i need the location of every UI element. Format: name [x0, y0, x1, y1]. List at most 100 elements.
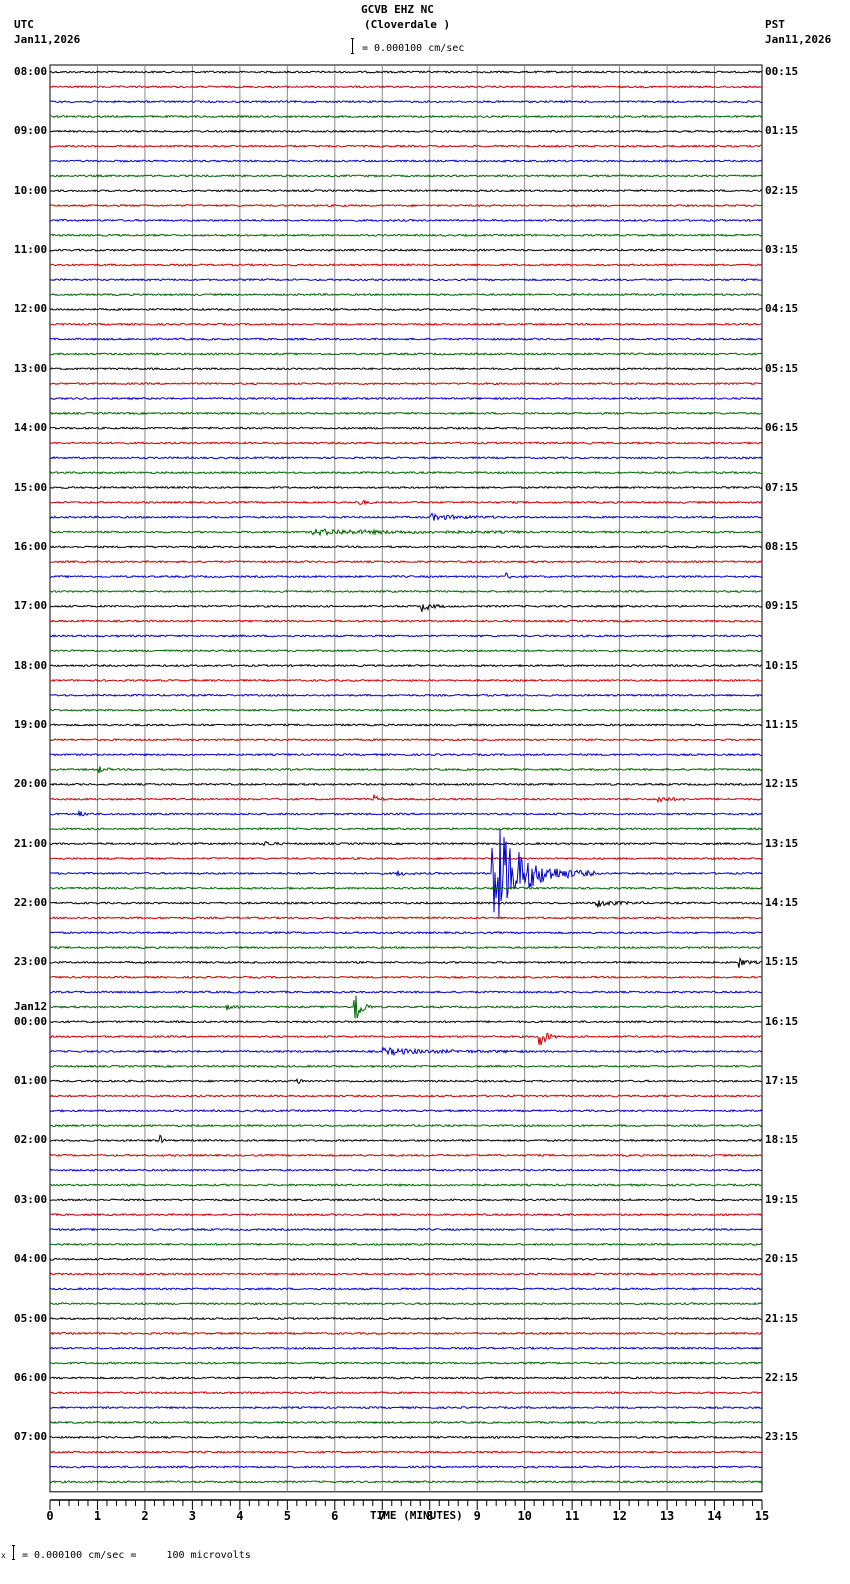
utc-hour-label: 23:00 [14, 955, 48, 969]
seismic-trace [49, 352, 763, 356]
seismic-trace [49, 248, 763, 252]
seismic-trace [49, 1094, 763, 1098]
pst-hour-label: 18:15 [765, 1133, 799, 1147]
seismic-trace [49, 648, 763, 653]
pst-hour-label: 05:15 [765, 361, 799, 375]
seismic-trace [49, 1405, 762, 1410]
seismic-trace [49, 218, 763, 223]
pst-hour-label: 07:15 [765, 480, 799, 494]
pst-hour-label: 06:15 [765, 421, 799, 435]
utc-hour-label: 08:00 [14, 65, 48, 78]
seismic-trace [49, 916, 763, 920]
seismic-trace [49, 396, 763, 401]
seismic-trace [49, 766, 763, 774]
seismic-trace [49, 99, 763, 104]
seismic-trace [49, 856, 763, 861]
seismic-trace [49, 1198, 763, 1202]
seismic-trace [49, 1450, 763, 1454]
x-axis-label: TIME (MINUTES) [370, 1509, 463, 1522]
seismic-trace [49, 85, 763, 89]
utc-hour-label: 22:00 [14, 896, 48, 910]
seismic-trace [49, 470, 763, 475]
x-tick-label: 10 [517, 1509, 531, 1523]
utc-hour-label: 09:00 [14, 124, 48, 138]
utc-hour-label: 02:00 [14, 1133, 48, 1147]
seismic-trace [49, 782, 763, 787]
pst-hour-label: 17:15 [765, 1074, 799, 1088]
seismic-trace [49, 1272, 763, 1276]
pst-hour-label: 19:15 [765, 1192, 799, 1206]
utc-hour-label: 21:00 [14, 836, 48, 850]
pst-hour-label: 20:15 [765, 1252, 799, 1266]
utc-hour-label: 20:00 [14, 777, 48, 791]
x-tick-label: 9 [474, 1509, 481, 1523]
x-tick-label: 13 [660, 1509, 674, 1523]
seismic-trace [49, 485, 763, 490]
utc-hour-label: 13:00 [14, 361, 48, 375]
seismic-trace [49, 827, 763, 831]
seismic-trace [49, 1376, 763, 1380]
utc-hour-label: 01:00 [14, 1074, 48, 1088]
seismic-trace [50, 456, 763, 460]
seismic-trace [49, 114, 763, 119]
seismic-trace [49, 995, 762, 1019]
seismic-trace [49, 144, 763, 149]
seismic-trace [49, 1391, 763, 1395]
seismic-trace [49, 1435, 763, 1440]
seismic-trace [49, 367, 763, 371]
seismic-trace [49, 426, 763, 430]
seismic-trace [49, 589, 763, 594]
seismic-trace [49, 1168, 763, 1172]
pst-hour-label: 03:15 [765, 243, 799, 257]
x-tick-label: 3 [189, 1509, 196, 1523]
pst-hour-label: 12:15 [765, 777, 799, 791]
seismic-trace [49, 441, 763, 445]
seismic-trace [49, 70, 763, 74]
seismic-trace [49, 1077, 763, 1085]
seismic-trace [49, 930, 763, 935]
x-tick-label: 11 [565, 1509, 579, 1523]
utc-hour-label: 16:00 [14, 539, 48, 553]
pst-hour-label: 13:15 [765, 836, 799, 850]
x-tick-label: 14 [707, 1509, 721, 1523]
seismic-trace [49, 292, 763, 297]
seismic-trace [49, 1301, 763, 1306]
footer-scale-bar-icon [12, 1545, 15, 1560]
helicorder: GCVB EHZ NC (Cloverdale ) UTC Jan11,2026… [0, 0, 850, 1584]
seismic-trace [49, 840, 763, 847]
seismic-trace [49, 159, 763, 163]
seismic-trace [49, 337, 763, 341]
seismic-trace [49, 794, 763, 804]
x-tick-label: 5 [284, 1509, 291, 1523]
utc-hour-label: 05:00 [14, 1311, 48, 1325]
seismic-trace [49, 1108, 763, 1113]
pst-hour-label: 22:15 [765, 1370, 799, 1384]
x-tick-label: 6 [331, 1509, 338, 1523]
seismic-trace [49, 1032, 763, 1046]
utc-hour-label: 11:00 [14, 243, 48, 257]
pst-hour-label: 15:15 [765, 955, 799, 969]
pst-hour-label: 23:15 [765, 1430, 799, 1444]
seismic-trace [49, 572, 763, 580]
seismic-trace [49, 1287, 763, 1291]
pst-hour-label: 14:15 [765, 896, 799, 910]
seismic-trace [49, 1212, 763, 1217]
pst-hour-label: 16:15 [765, 1014, 799, 1028]
pst-hour-label: 10:15 [765, 658, 799, 672]
footer-prefix: x [1, 1551, 6, 1560]
date-change-label: Jan12 [14, 999, 48, 1013]
seismic-trace [49, 559, 763, 564]
seismic-trace [49, 1257, 763, 1261]
seismic-trace [49, 528, 763, 537]
seismic-trace [49, 203, 763, 208]
seismic-trace [49, 411, 763, 416]
utc-hour-label: 15:00 [14, 480, 48, 494]
seismic-trace [49, 499, 763, 506]
utc-hour-label: 19:00 [14, 717, 48, 731]
utc-hour-label: 03:00 [14, 1192, 48, 1206]
seismic-trace [49, 1316, 763, 1321]
seismic-trace [49, 1361, 763, 1366]
seismic-trace [49, 545, 763, 549]
seismic-trace [49, 678, 763, 683]
seismic-trace [49, 1420, 763, 1425]
